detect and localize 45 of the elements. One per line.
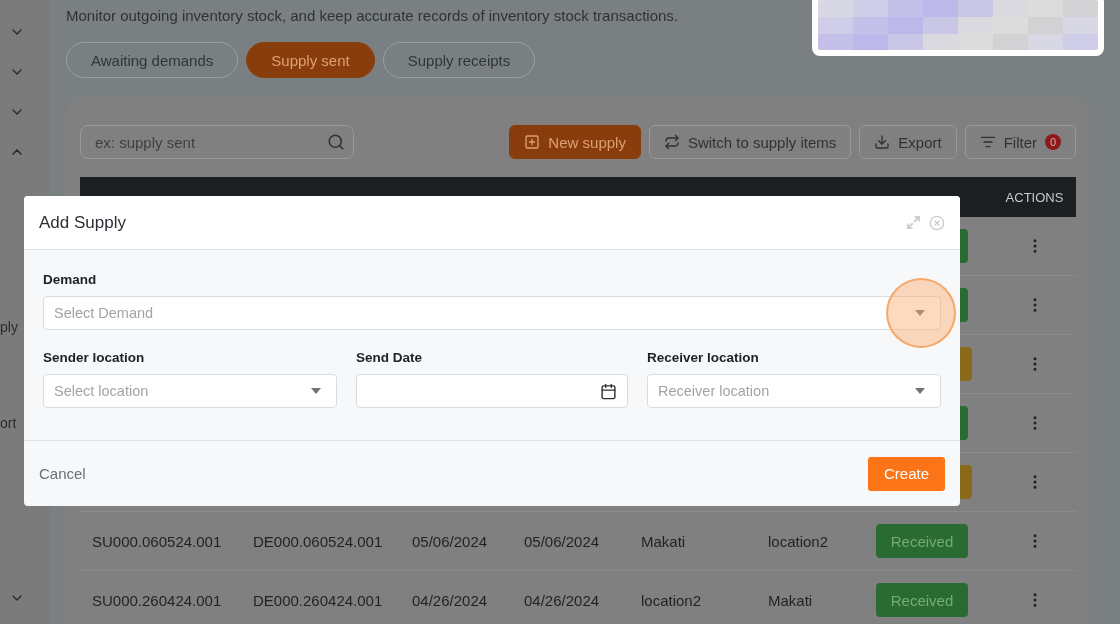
create-button[interactable]: Create (867, 456, 945, 491)
download-icon (874, 134, 891, 150)
dialog-title: Add Supply (39, 212, 126, 233)
column-header: ACTIONS (1004, 189, 1065, 205)
table-cell-text: Makati (767, 591, 814, 609)
page-description: Monitor outgoing inventory stock, and keep accurate records of inventory stock transactions. (66, 6, 679, 26)
field-label: Receiver location (647, 349, 760, 367)
tab[interactable]: Supply sent (246, 42, 375, 78)
filter-icon (979, 134, 996, 150)
count-badge: 0 (1045, 134, 1061, 150)
select-field[interactable]: Receiver location (647, 374, 941, 408)
plus-icon (524, 134, 541, 150)
calendar-icon (600, 382, 617, 400)
caret-icon (310, 387, 322, 395)
table-cell-text: DE000.060524.001 (252, 532, 384, 550)
field-label: Sender location (43, 349, 146, 367)
select-field[interactable]: Select Demand (43, 296, 941, 330)
sidebar-item[interactable]: ort (0, 415, 17, 431)
filter-button[interactable]: Filter 0 (964, 125, 1076, 159)
table-cell-text: SU000.060524.001 (91, 532, 223, 550)
field-label: Send Date (356, 349, 424, 367)
caret-icon (914, 387, 926, 395)
sidebar-item[interactable]: ply (0, 319, 18, 335)
table-cell-text: 05/06/2024 (411, 532, 489, 550)
table-cell-text: SU000.260424.001 (91, 591, 223, 609)
select-field[interactable]: Select location (43, 374, 337, 408)
new-button[interactable]: New supply (509, 125, 641, 159)
table-cell-text: 05/06/2024 (523, 532, 601, 550)
table-cell-text: 04/26/2024 (523, 591, 601, 609)
table-cell-text: location2 (767, 532, 830, 550)
table-cell-text: DE000.260424.001 (252, 591, 384, 609)
date-field[interactable] (356, 374, 628, 408)
cancel-button[interactable]: Cancel (39, 465, 86, 482)
status-badge: Received (876, 583, 968, 617)
table-cell-text: 04/26/2024 (411, 591, 489, 609)
status-badge: Received (876, 524, 968, 558)
table-cell-text: location2 (640, 591, 703, 609)
switch-button[interactable]: Switch to supply items (648, 125, 852, 159)
search-icon (327, 133, 345, 151)
field-label: Demand (43, 271, 98, 289)
table-cell-text: Makati (640, 532, 687, 550)
search-field[interactable]: ex: supply sent (80, 125, 354, 159)
caret-icon (914, 309, 926, 317)
swap-icon (663, 134, 680, 150)
export-button[interactable]: Export (859, 125, 957, 159)
